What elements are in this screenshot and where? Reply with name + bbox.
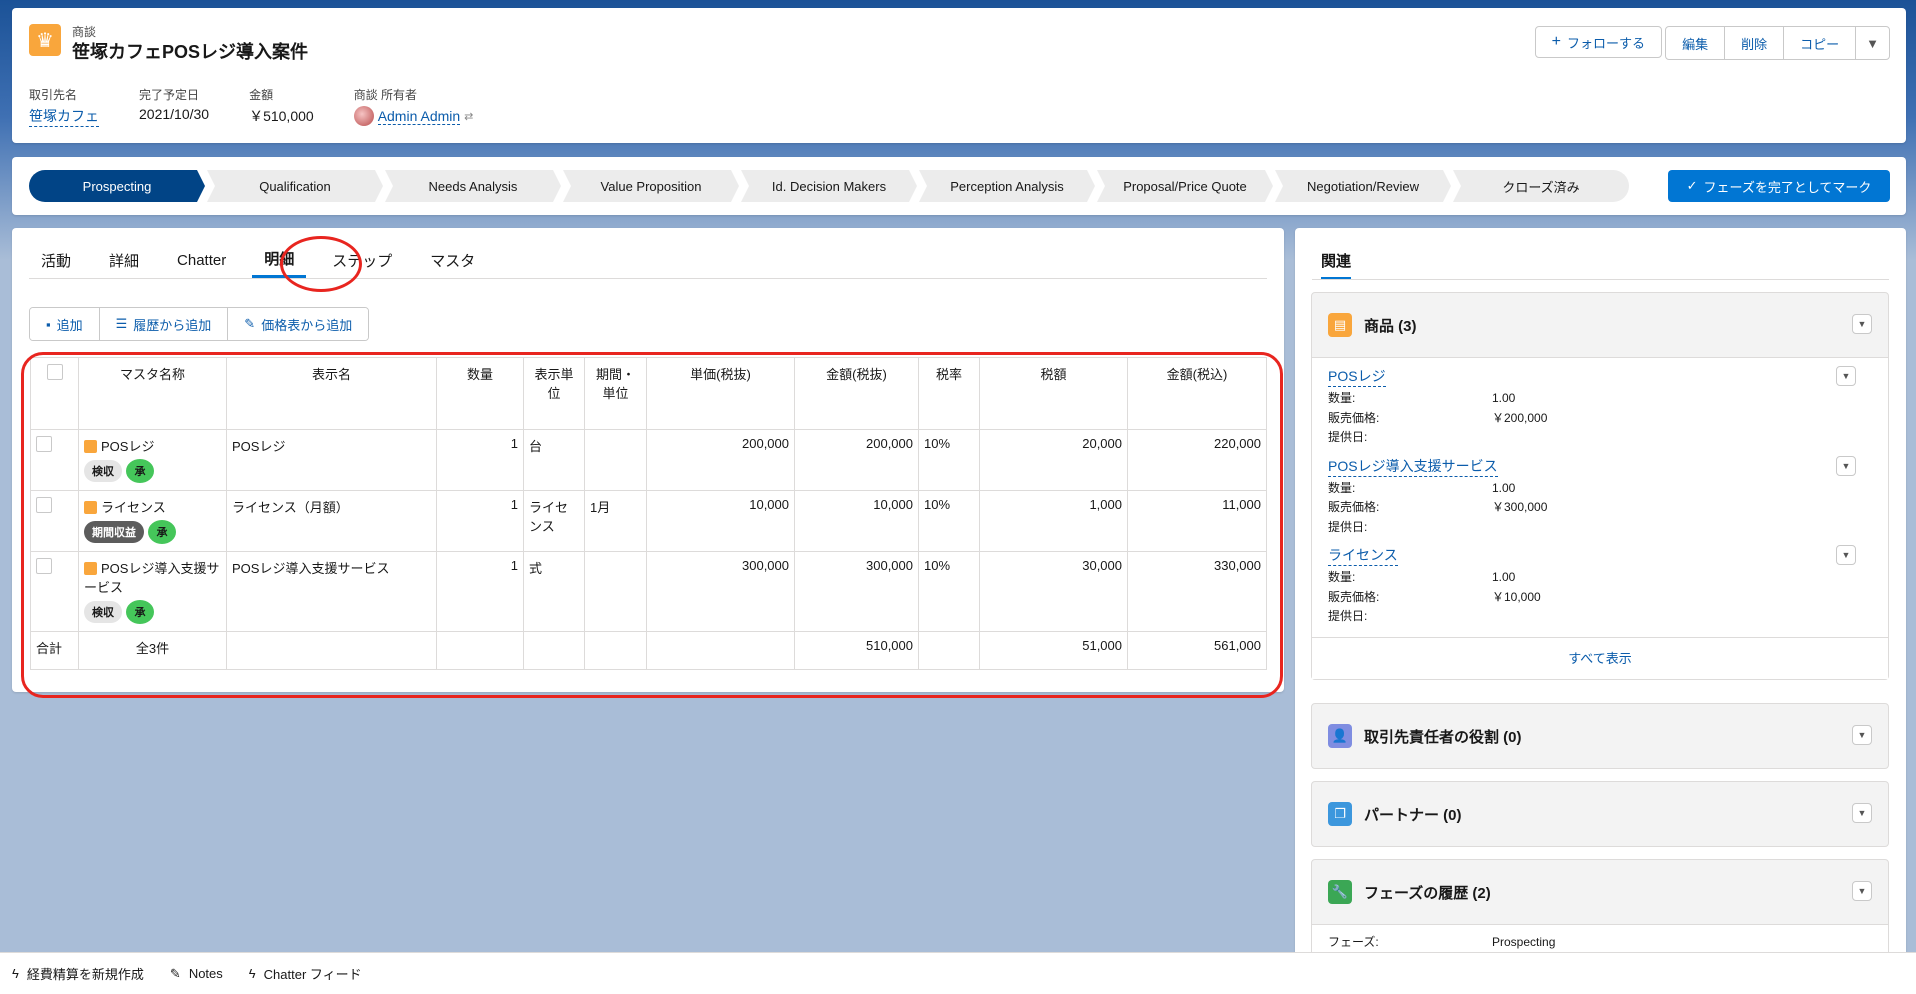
- follow-button[interactable]: + フォローする: [1534, 26, 1662, 58]
- product-link[interactable]: POSレジ導入支援サービス: [1328, 456, 1498, 477]
- contact-roles-menu-button[interactable]: ▼: [1852, 725, 1872, 745]
- notes-icon: ✎: [169, 965, 181, 981]
- record-header: ♛ 商談 笹塚カフェPOSレジ導入案件 + フォローする 編集 削除 コピー ▼…: [12, 8, 1906, 143]
- close-date-field: 完了予定日 2021/10/30: [139, 88, 210, 122]
- partners-menu-button[interactable]: ▼: [1852, 803, 1872, 823]
- change-owner-icon[interactable]: ⇄: [464, 110, 473, 123]
- chevron-down-icon: ▼: [1857, 730, 1867, 740]
- check-icon: ✓: [1686, 178, 1698, 193]
- add-from-pricebook-button[interactable]: ✎ 価格表から追加: [228, 308, 369, 340]
- list-item: POSレジ ▼ 数量: 1.00 販売価格: ￥200,000 提供日:: [1328, 366, 1872, 448]
- copy-button[interactable]: コピー: [1784, 27, 1857, 59]
- product-icon: ▤: [1328, 313, 1352, 337]
- notes-utility[interactable]: ✎ Notes: [170, 966, 223, 982]
- highlight-circle: [280, 236, 362, 292]
- tab-activity[interactable]: 活動: [29, 242, 83, 278]
- chevron-down-icon: ▼: [1841, 550, 1851, 560]
- document-icon: ▪: [46, 316, 51, 332]
- add-button[interactable]: ▪ 追加: [30, 308, 100, 340]
- product-link[interactable]: POSレジ: [1328, 366, 1386, 387]
- list-icon: ☰: [115, 316, 128, 331]
- action-button-group: 編集 削除 コピー ▼: [1665, 26, 1890, 60]
- item-menu-button[interactable]: ▼: [1836, 545, 1856, 565]
- item-menu-button[interactable]: ▼: [1836, 366, 1856, 386]
- more-actions-button[interactable]: ▼: [1856, 27, 1889, 59]
- delete-button[interactable]: 削除: [1725, 27, 1785, 59]
- chevron-down-icon: ▼: [1857, 319, 1867, 329]
- tab-master[interactable]: マスタ: [418, 242, 487, 278]
- highlight-rectangle: [21, 352, 1283, 698]
- partners-heading[interactable]: パートナー (0): [1364, 804, 1462, 825]
- account-field: 取引先名 笹塚カフェ: [29, 86, 99, 127]
- avatar: [353, 106, 374, 126]
- stage-history-heading[interactable]: フェーズの履歴 (2): [1364, 882, 1491, 903]
- stage-id-decision-makers[interactable]: Id. Decision Makers: [741, 170, 917, 202]
- stage-needs-analysis[interactable]: Needs Analysis: [385, 170, 561, 202]
- list-item: ライセンス ▼ 数量: 1.00 販売価格: ￥10,000 提供日:: [1328, 545, 1872, 627]
- lightning-icon: ϟ: [248, 966, 256, 981]
- path-stages: Prospecting Qualification Needs Analysis…: [29, 170, 1631, 202]
- owner-link[interactable]: Admin Admin: [377, 108, 461, 125]
- pricebook-icon: ✎: [244, 316, 256, 331]
- stage-perception-analysis[interactable]: Perception Analysis: [919, 170, 1095, 202]
- stage-history-menu-button[interactable]: ▼: [1852, 881, 1872, 901]
- chevron-down-icon: ▼: [1866, 35, 1879, 51]
- lightning-icon: ϟ: [12, 966, 19, 981]
- record-tabs: 活動 詳細 Chatter 明細 ステップ マスタ: [29, 242, 1267, 279]
- tab-chatter[interactable]: Chatter: [165, 242, 238, 278]
- contact-roles-heading[interactable]: 取引先責任者の役割 (0): [1364, 726, 1522, 747]
- stage-prospecting[interactable]: Prospecting: [29, 170, 205, 202]
- list-item: POSレジ導入支援サービス ▼ 数量: 1.00 販売価格: ￥300,000 提供…: [1328, 455, 1872, 538]
- stage-qualification[interactable]: Qualification: [207, 170, 383, 202]
- line-item-actions: ▪ 追加 ☰ 履歴から追加 ✎ 価格表から追加: [29, 307, 370, 341]
- item-menu-button[interactable]: ▼: [1836, 455, 1856, 476]
- products-related-list: ▤ 商品 (3) ▼ POSレジ ▼ 数量: 1.00 販売価格: ￥200,000…: [1311, 292, 1889, 680]
- product-link[interactable]: ライセンス: [1328, 545, 1398, 566]
- stage-closed[interactable]: クローズ済み: [1453, 170, 1629, 202]
- chevron-down-icon: ▼: [1857, 886, 1867, 896]
- wrench-icon: 🔧: [1328, 880, 1352, 904]
- highlight-fields: 取引先名 笹塚カフェ 完了予定日 2021/10/30 金額 ￥510,000 …: [29, 86, 513, 127]
- related-panel: 関連 ▤ 商品 (3) ▼ POSレジ ▼ 数量: 1.00 販売価格: ￥200,…: [1295, 228, 1906, 994]
- new-expense-utility[interactable]: ϟ 経費精算を新規作成: [12, 964, 144, 983]
- related-tab[interactable]: 関連: [1321, 250, 1352, 280]
- add-from-history-button[interactable]: ☰ 履歴から追加: [99, 308, 229, 340]
- chevron-down-icon: ▼: [1841, 460, 1851, 471]
- partner-icon: ❐: [1328, 802, 1352, 826]
- amount-field: 金額 ￥510,000: [249, 88, 314, 124]
- edit-button[interactable]: 編集: [1666, 27, 1726, 59]
- tab-details[interactable]: 詳細: [97, 242, 151, 278]
- mark-stage-complete-button[interactable]: ✓ フェーズを完了としてマーク: [1668, 170, 1890, 202]
- main-panel: 活動 詳細 Chatter 明細 ステップ マスタ ▪ 追加 ☰ 履歴から追加 …: [12, 228, 1284, 698]
- chevron-down-icon: ▼: [1841, 371, 1851, 381]
- owner-field: 商談 所有者 Admin Admin ⇄: [353, 86, 473, 127]
- products-menu-button[interactable]: ▼: [1852, 314, 1872, 334]
- stage-value-proposition[interactable]: Value Proposition: [563, 170, 739, 202]
- plus-icon: +: [1551, 33, 1561, 50]
- contact-role-icon: 👤: [1328, 724, 1352, 748]
- utility-bar: ϟ 経費精算を新規作成 ✎ Notes ϟ Chatter フィード: [0, 952, 1916, 994]
- contact-roles-related-list: 👤 取引先責任者の役割 (0) ▼: [1311, 703, 1889, 769]
- products-heading[interactable]: 商品 (3): [1364, 315, 1417, 336]
- partners-related-list: ❐ パートナー (0) ▼: [1311, 781, 1889, 847]
- chevron-down-icon: ▼: [1857, 808, 1867, 818]
- crown-icon: ♛: [29, 24, 61, 56]
- account-link[interactable]: 笹塚カフェ: [29, 106, 99, 127]
- stage-negotiation-review[interactable]: Negotiation/Review: [1275, 170, 1451, 202]
- sales-path: Prospecting Qualification Needs Analysis…: [12, 157, 1906, 215]
- chatter-feed-utility[interactable]: ϟ Chatter フィード: [249, 964, 362, 983]
- page-title: 笹塚カフェPOSレジ導入案件: [72, 42, 309, 62]
- stage-proposal-price-quote[interactable]: Proposal/Price Quote: [1097, 170, 1273, 202]
- show-all-link[interactable]: すべて表示: [1568, 651, 1632, 666]
